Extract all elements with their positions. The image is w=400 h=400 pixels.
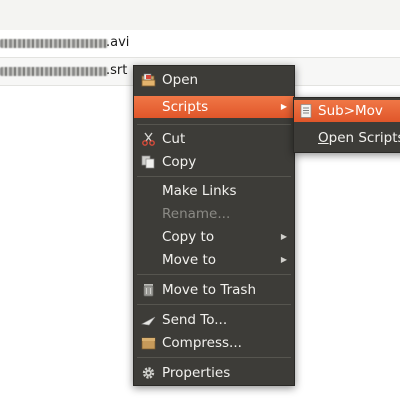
- mnemonic-letter: O: [318, 130, 329, 146]
- menu-item-copy-to[interactable]: Copy to ▶: [134, 226, 294, 248]
- open-icon: [141, 73, 156, 87]
- menu-item-label: Compress...: [162, 335, 242, 351]
- menu-item-label: Open: [162, 72, 199, 88]
- menu-item-open-scripts-folder[interactable]: Open Scripts: [294, 127, 400, 149]
- blurred-filename: [0, 39, 108, 48]
- archive-icon: [141, 337, 156, 350]
- blurred-filename: [0, 67, 108, 76]
- menu-separator: [137, 176, 291, 177]
- menu-item-rename: Rename...: [134, 203, 294, 225]
- menu-item-cut[interactable]: Cut: [134, 128, 294, 150]
- menu-item-send-to[interactable]: Send To...: [134, 309, 294, 331]
- menu-item-open[interactable]: Open: [134, 69, 294, 91]
- menu-item-label: Cut: [162, 131, 186, 147]
- copy-icon: [141, 155, 155, 169]
- menu-item-label: Make Links: [162, 183, 237, 199]
- menu-separator: [137, 124, 291, 125]
- menu-item-label: Scripts: [162, 99, 209, 115]
- menu-item-label: Send To...: [162, 312, 228, 328]
- trash-icon: [143, 284, 154, 297]
- menu-separator: [137, 274, 291, 275]
- file-name: .srt: [106, 63, 128, 78]
- menu-item-make-links[interactable]: Make Links: [134, 180, 294, 202]
- submenu-arrow-icon: ▶: [280, 102, 287, 111]
- menu-item-scripts[interactable]: Scripts ▶: [134, 96, 294, 118]
- menu-item-label: Move to Trash: [162, 282, 257, 298]
- menu-item-label: Move to: [162, 252, 217, 268]
- menu-item-label: Sub>Mov: [318, 103, 383, 119]
- gear-icon: [142, 367, 155, 379]
- top-band: [0, 0, 400, 31]
- menu-separator: [137, 357, 291, 358]
- file-name: .avi: [106, 35, 130, 50]
- submenu-arrow-icon: ▶: [280, 255, 287, 264]
- menu-item-move-to-trash[interactable]: Move to Trash: [134, 279, 294, 301]
- menu-item-label: Rename...: [162, 206, 231, 222]
- send-icon: [141, 316, 156, 326]
- menu-item-label: Properties: [162, 365, 231, 381]
- script-file-icon: [300, 104, 312, 118]
- menu-item-move-to[interactable]: Move to ▶: [134, 249, 294, 271]
- menu-item-sub-mov[interactable]: Sub>Mov: [294, 100, 400, 122]
- submenu-arrow-icon: ▶: [280, 232, 287, 241]
- scripts-submenu: Sub>Mov Open Scripts: [293, 97, 400, 153]
- menu-item-label: Copy: [162, 154, 197, 170]
- menu-item-label: Copy to: [162, 229, 215, 245]
- menu-item-copy[interactable]: Copy: [134, 151, 294, 173]
- menu-item-properties[interactable]: Properties: [134, 362, 294, 384]
- scissors-icon: [142, 132, 155, 146]
- menu-item-label-rest: pen Scripts: [328, 130, 400, 146]
- file-row[interactable]: .avi: [0, 30, 400, 58]
- menu-item-compress[interactable]: Compress...: [134, 332, 294, 354]
- menu-item-label: Open Scripts: [318, 127, 400, 149]
- menu-separator: [137, 304, 291, 305]
- context-menu: Open Scripts ▶ Cut Copy Make Links Renam…: [133, 65, 295, 386]
